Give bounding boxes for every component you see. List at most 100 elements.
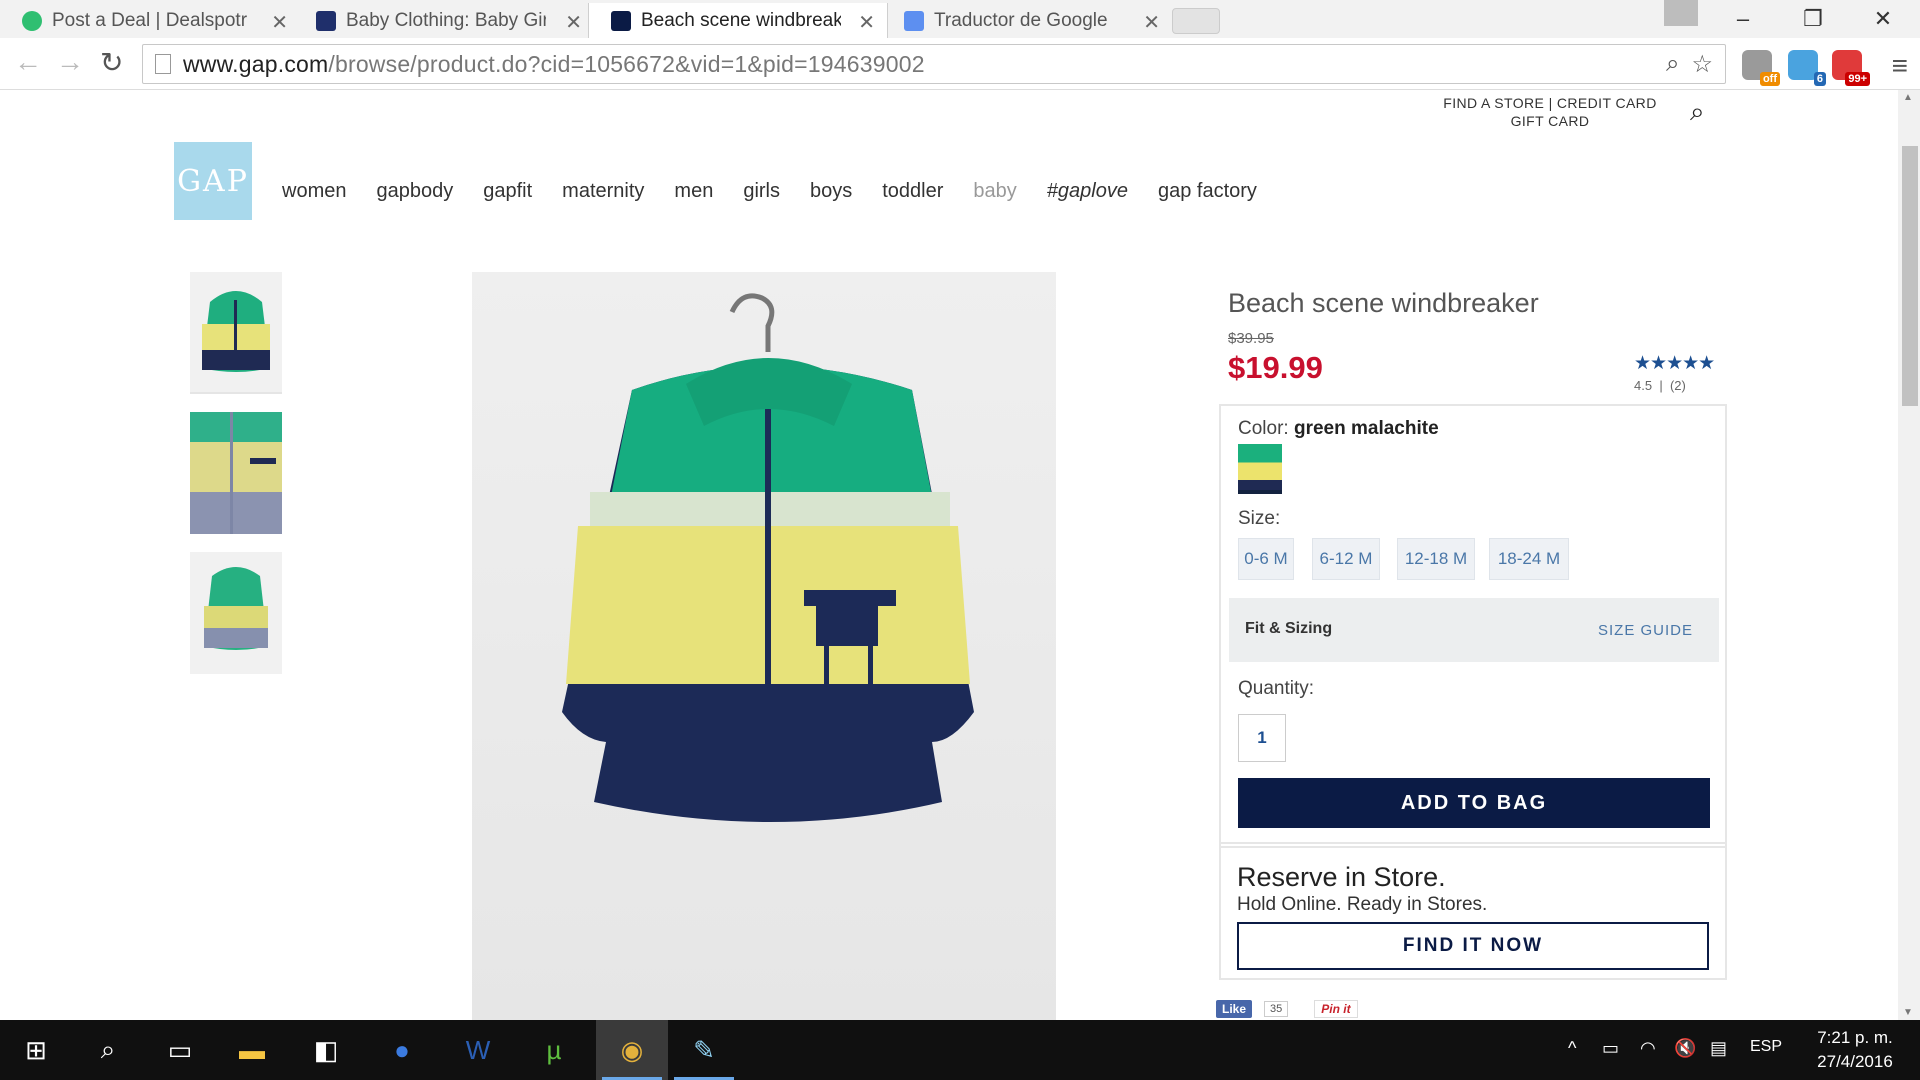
input-language[interactable]: ESP: [1750, 1038, 1782, 1056]
scroll-down-arrow-icon[interactable]: ▼: [1903, 1007, 1913, 1018]
bookmark-star-icon[interactable]: ☆: [1691, 50, 1713, 79]
close-icon[interactable]: ✕: [858, 10, 875, 35]
size-12-18m-button[interactable]: 12-18 M: [1397, 538, 1475, 580]
extension-badge: 99+: [1845, 72, 1870, 86]
fit-and-sizing-section[interactable]: Fit & Sizing SIZE GUIDE: [1229, 598, 1719, 662]
find-it-now-button[interactable]: FIND IT NOW: [1237, 922, 1709, 970]
task-view-icon[interactable]: ▭: [144, 1020, 216, 1080]
facebook-like-button[interactable]: Like: [1216, 1000, 1253, 1018]
rating-stars-icon[interactable]: ★★★★★: [1634, 352, 1715, 375]
search-icon[interactable]: ⌕: [72, 1020, 144, 1080]
search-icon[interactable]: ⌕: [1690, 96, 1705, 128]
size-guide-link[interactable]: SIZE GUIDE: [1598, 622, 1693, 639]
close-icon[interactable]: ✕: [1143, 10, 1160, 35]
tab-title: Baby Clothing: Baby Girl C: [346, 9, 546, 31]
nav-gap-factory[interactable]: gap factory: [1158, 180, 1257, 203]
google-earth-icon[interactable]: ●: [366, 1020, 438, 1080]
clock-date: 27/4/2016: [1817, 1052, 1893, 1071]
volume-muted-icon[interactable]: 🔇: [1674, 1038, 1696, 1059]
thumbnail-detail[interactable]: [190, 412, 282, 534]
nav-gapfit[interactable]: gapfit: [483, 180, 532, 203]
battery-icon[interactable]: ▭: [1602, 1038, 1619, 1059]
reserve-title: Reserve in Store.: [1237, 862, 1446, 892]
product-title: Beach scene windbreaker: [1228, 288, 1539, 318]
hamburger-menu-icon[interactable]: ≡: [1892, 50, 1908, 82]
nav-baby[interactable]: baby: [973, 180, 1016, 203]
notifications-extension-icon[interactable]: 99+: [1832, 50, 1870, 86]
new-tab-button[interactable]: [1172, 8, 1220, 34]
file-explorer-icon[interactable]: ▬: [216, 1020, 288, 1080]
nav-gapbody[interactable]: gapbody: [376, 180, 453, 203]
minimize-icon[interactable]: –: [1714, 2, 1772, 36]
show-hidden-icons-icon[interactable]: ^: [1568, 1038, 1576, 1059]
honey-extension-icon[interactable]: off: [1742, 50, 1780, 86]
tab-title: Post a Deal | Dealspotr: [52, 9, 248, 31]
clock-time: 7:21 p. m.: [1817, 1028, 1893, 1047]
forward-arrow-icon[interactable]: →: [56, 46, 84, 78]
color-swatch-green-malachite[interactable]: [1238, 444, 1282, 494]
gift-card-link[interactable]: GIFT CARD: [1440, 112, 1660, 130]
utorrent-icon[interactable]: µ: [518, 1020, 590, 1080]
gap-favicon-icon: [611, 11, 631, 31]
dealspotr-favicon-icon: [22, 11, 42, 31]
ghostery-extension-icon[interactable]: 6: [1788, 50, 1826, 86]
tab-google-translate[interactable]: Traductor de Google ✕: [882, 3, 1172, 38]
system-clock[interactable]: 7:21 p. m. 27/4/2016: [1800, 1026, 1910, 1074]
quantity-label: Quantity:: [1238, 678, 1315, 699]
action-center-icon[interactable]: ▤: [1710, 1038, 1727, 1059]
chrome-icon[interactable]: ◉: [596, 1020, 668, 1080]
rating-value: 4.5: [1634, 378, 1653, 393]
nav-gaplove[interactable]: #gaplove: [1047, 180, 1128, 203]
tab-beach-scene-windbreaker[interactable]: Beach scene windbreaker ✕: [588, 3, 888, 38]
rating-summary[interactable]: 4.5 | (2): [1634, 378, 1686, 393]
store-icon[interactable]: ◧: [290, 1020, 362, 1080]
restore-icon[interactable]: ❐: [1784, 2, 1842, 36]
word-icon[interactable]: W: [442, 1020, 514, 1080]
close-icon[interactable]: ✕: [271, 10, 288, 35]
extension-badge: 6: [1813, 72, 1826, 86]
nav-maternity[interactable]: maternity: [562, 180, 644, 203]
address-bar[interactable]: www.gap.com/browse/product.do?cid=105667…: [142, 44, 1726, 84]
nav-men[interactable]: men: [674, 180, 713, 203]
scrollbar-thumb[interactable]: [1902, 146, 1918, 406]
gap-logo[interactable]: GAP: [174, 142, 252, 220]
product-thumbnails: [190, 272, 284, 692]
nav-boys[interactable]: boys: [810, 180, 852, 203]
thumbnail-front[interactable]: [190, 272, 282, 394]
nav-girls[interactable]: girls: [743, 180, 780, 203]
pinterest-pin-button[interactable]: Pin it: [1314, 1000, 1358, 1018]
extension-badge: off: [1759, 72, 1780, 86]
tab-title: Beach scene windbreaker: [641, 9, 841, 31]
thumbnail-back[interactable]: [190, 552, 282, 674]
nav-women[interactable]: women: [282, 180, 346, 203]
scroll-up-arrow-icon[interactable]: ▲: [1903, 92, 1913, 103]
size-18-24m-button[interactable]: 18-24 M: [1489, 538, 1569, 580]
close-window-icon[interactable]: ✕: [1854, 2, 1912, 36]
back-arrow-icon[interactable]: ←: [14, 46, 42, 78]
add-to-bag-button[interactable]: ADD TO BAG: [1238, 778, 1710, 828]
tab-dealspotr[interactable]: Post a Deal | Dealspotr ✕: [0, 3, 300, 38]
gap-product-page: FIND A STORE | CREDIT CARD GIFT CARD ⌕ G…: [0, 90, 1898, 1020]
close-icon[interactable]: ✕: [565, 10, 582, 35]
sale-price: $19.99: [1228, 350, 1323, 385]
find-store-credit-card-links[interactable]: FIND A STORE | CREDIT CARD: [1440, 94, 1660, 112]
profile-avatar-icon[interactable]: [1664, 0, 1698, 26]
paint-icon[interactable]: ✎: [668, 1020, 740, 1080]
color-label: Color: green malachite: [1238, 418, 1439, 439]
page-scrollbar[interactable]: ▲ ▼: [1898, 90, 1920, 1020]
reserve-in-store-section: Reserve in Store. Hold Online. Ready in …: [1219, 842, 1727, 980]
rating-separator: |: [1659, 378, 1663, 393]
product-main-image[interactable]: [472, 272, 1056, 1020]
tab-baby-clothing[interactable]: Baby Clothing: Baby Girl C ✕: [294, 3, 594, 38]
size-0-6m-button[interactable]: 0-6 M: [1238, 538, 1294, 580]
windows-start-icon[interactable]: ⊞: [0, 1020, 72, 1080]
size-6-12m-button[interactable]: 6-12 M: [1312, 538, 1380, 580]
zoom-icon[interactable]: ⌕: [1666, 50, 1679, 79]
size-label: Size:: [1238, 508, 1281, 529]
windows-taskbar: ⊞ ⌕ ▭ ▬ ◧ ● W µ ◉ ✎ ^ ▭ ◠ 🔇 ▤ ESP 7:21 p…: [0, 1020, 1920, 1080]
wifi-icon[interactable]: ◠: [1640, 1038, 1656, 1059]
nav-toddler[interactable]: toddler: [882, 180, 943, 203]
reload-icon[interactable]: ↻: [100, 46, 123, 79]
original-price: $39.95: [1228, 330, 1274, 347]
quantity-selector[interactable]: 1: [1238, 714, 1286, 762]
